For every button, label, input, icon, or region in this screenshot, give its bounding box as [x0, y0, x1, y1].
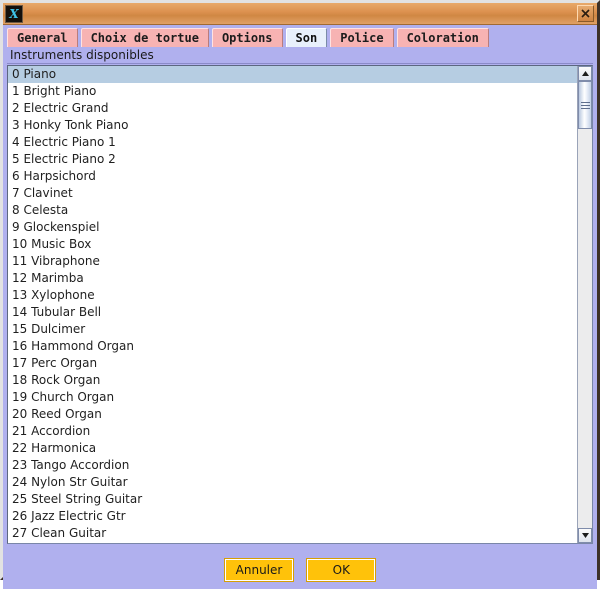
tab-choix-de-tortue[interactable]: Choix de tortue — [80, 28, 209, 47]
scroll-up-button[interactable] — [578, 66, 592, 81]
scrollbar-grip-icon — [580, 100, 590, 111]
tab-police[interactable]: Police — [330, 28, 394, 47]
list-item[interactable]: 2 Electric Grand — [8, 100, 577, 117]
list-item[interactable]: 13 Xylophone — [8, 287, 577, 304]
scroll-down-button[interactable] — [578, 528, 592, 543]
list-item[interactable]: 27 Clean Guitar — [8, 525, 577, 542]
list-item[interactable]: 4 Electric Piano 1 — [8, 134, 577, 151]
list-item[interactable]: 22 Harmonica — [8, 440, 577, 457]
instruments-label: Instruments disponibles — [7, 47, 593, 64]
list-item[interactable]: 11 Vibraphone — [8, 253, 577, 270]
list-item[interactable]: 26 Jazz Electric Gtr — [8, 508, 577, 525]
list-item[interactable]: 12 Marimba — [8, 270, 577, 287]
list-item[interactable]: 23 Tango Accordion — [8, 457, 577, 474]
list-item[interactable]: 8 Celesta — [8, 202, 577, 219]
list-item[interactable]: 25 Steel String Guitar — [8, 491, 577, 508]
turtle-app-icon: X — [5, 4, 23, 23]
dialog-footer: Annuler OK — [3, 551, 597, 589]
ok-button[interactable]: OK — [306, 558, 377, 582]
scrollbar-track[interactable] — [578, 81, 592, 528]
dialog-window: X General Choix de tortue Options Son Po… — [0, 0, 600, 589]
list-item[interactable]: 5 Electric Piano 2 — [8, 151, 577, 168]
list-item[interactable]: 7 Clavinet — [8, 185, 577, 202]
title-bar: X — [3, 3, 597, 25]
tab-coloration[interactable]: Coloration — [396, 28, 489, 47]
close-button[interactable] — [577, 5, 594, 22]
cancel-button[interactable]: Annuler — [223, 558, 295, 582]
list-item[interactable]: 17 Perc Organ — [8, 355, 577, 372]
tab-options[interactable]: Options — [211, 28, 283, 47]
tab-general[interactable]: General — [7, 28, 78, 47]
list-item[interactable]: 1 Bright Piano — [8, 83, 577, 100]
instruments-listbox: 0 Piano 1 Bright Piano 2 Electric Grand 3 H… — [7, 65, 593, 544]
list-item[interactable]: 16 Hammond Organ — [8, 338, 577, 355]
triangle-down-icon — [581, 533, 589, 538]
tab-panel-son: Instruments disponibles 0 Piano 1 Bright … — [3, 47, 597, 551]
instrument-list[interactable]: 0 Piano 1 Bright Piano 2 Electric Grand 3 H… — [8, 66, 577, 543]
vertical-scrollbar[interactable] — [577, 66, 592, 543]
list-item[interactable]: 9 Glockenspiel — [8, 219, 577, 236]
list-item[interactable]: 15 Dulcimer — [8, 321, 577, 338]
list-item[interactable]: 21 Accordion — [8, 423, 577, 440]
close-icon — [581, 9, 590, 18]
list-item[interactable]: 20 Reed Organ — [8, 406, 577, 423]
list-item[interactable]: 6 Harpsichord — [8, 168, 577, 185]
list-item[interactable]: 0 Piano — [8, 66, 577, 83]
list-item[interactable]: 14 Tubular Bell — [8, 304, 577, 321]
scrollbar-thumb[interactable] — [578, 81, 592, 129]
list-item[interactable]: 10 Music Box — [8, 236, 577, 253]
tab-strip: General Choix de tortue Options Son Poli… — [3, 25, 597, 47]
list-item[interactable]: 24 Nylon Str Guitar — [8, 474, 577, 491]
list-item[interactable]: 19 Church Organ — [8, 389, 577, 406]
list-item[interactable]: 3 Honky Tonk Piano — [8, 117, 577, 134]
app-icon-glyph: X — [9, 6, 19, 21]
tab-son[interactable]: Son — [285, 28, 328, 47]
list-item[interactable]: 18 Rock Organ — [8, 372, 577, 389]
triangle-up-icon — [581, 71, 589, 76]
